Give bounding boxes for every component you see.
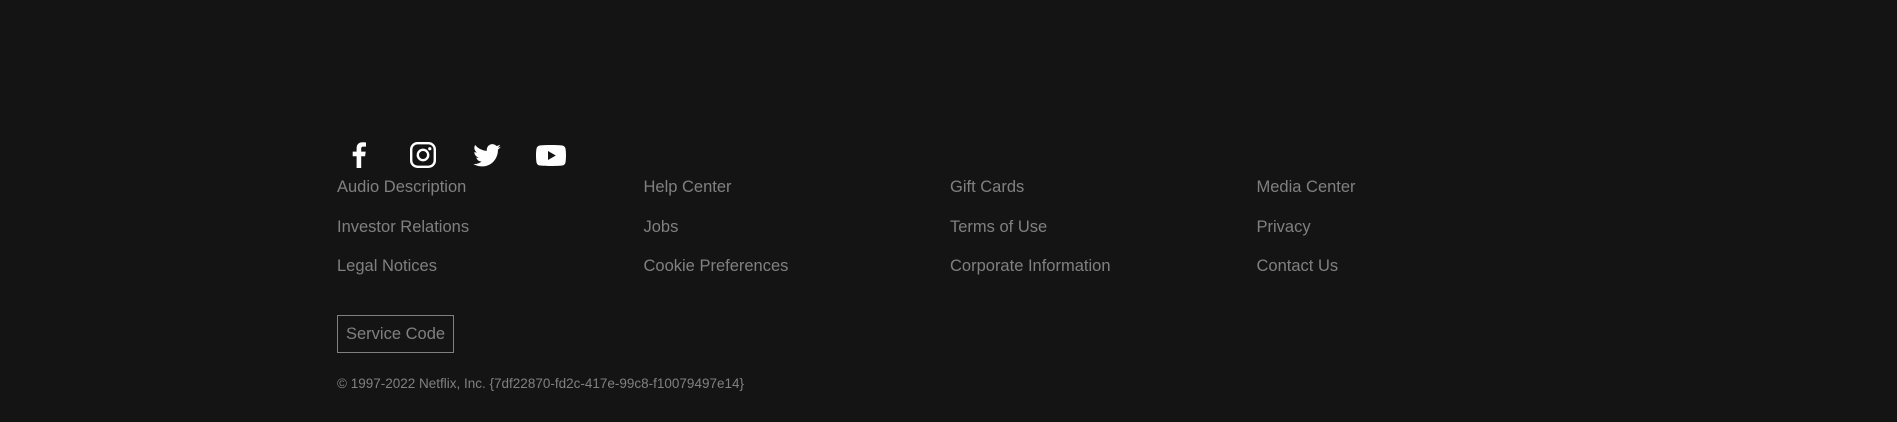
twitter-icon [473, 143, 501, 166]
link-investor-relations[interactable]: Investor Relations [337, 218, 644, 237]
link-media-center[interactable]: Media Center [1257, 178, 1564, 197]
instagram-icon [410, 142, 436, 168]
link-terms-of-use[interactable]: Terms of Use [950, 218, 1257, 237]
link-jobs[interactable]: Jobs [644, 218, 951, 237]
footer-links: Audio Description Help Center Gift Cards… [337, 178, 1569, 297]
copyright-text: © 1997-2022 Netflix, Inc. {7df22870-fd2c… [337, 375, 744, 391]
youtube-icon [536, 144, 566, 166]
instagram-link[interactable] [403, 138, 443, 172]
link-gift-cards[interactable]: Gift Cards [950, 178, 1257, 197]
facebook-link[interactable] [339, 138, 379, 172]
link-legal-notices[interactable]: Legal Notices [337, 257, 644, 276]
link-help-center[interactable]: Help Center [644, 178, 951, 197]
facebook-icon [352, 142, 366, 168]
link-audio-description[interactable]: Audio Description [337, 178, 644, 197]
link-corporate-information[interactable]: Corporate Information [950, 257, 1257, 276]
twitter-link[interactable] [467, 138, 507, 172]
link-cookie-preferences[interactable]: Cookie Preferences [644, 257, 951, 276]
service-code-button[interactable]: Service Code [337, 314, 455, 353]
site-footer: Audio Description Help Center Gift Cards… [337, 138, 1569, 392]
link-contact-us[interactable]: Contact Us [1257, 257, 1564, 276]
link-privacy[interactable]: Privacy [1257, 218, 1564, 237]
youtube-link[interactable] [531, 138, 571, 172]
social-links [337, 138, 1569, 172]
